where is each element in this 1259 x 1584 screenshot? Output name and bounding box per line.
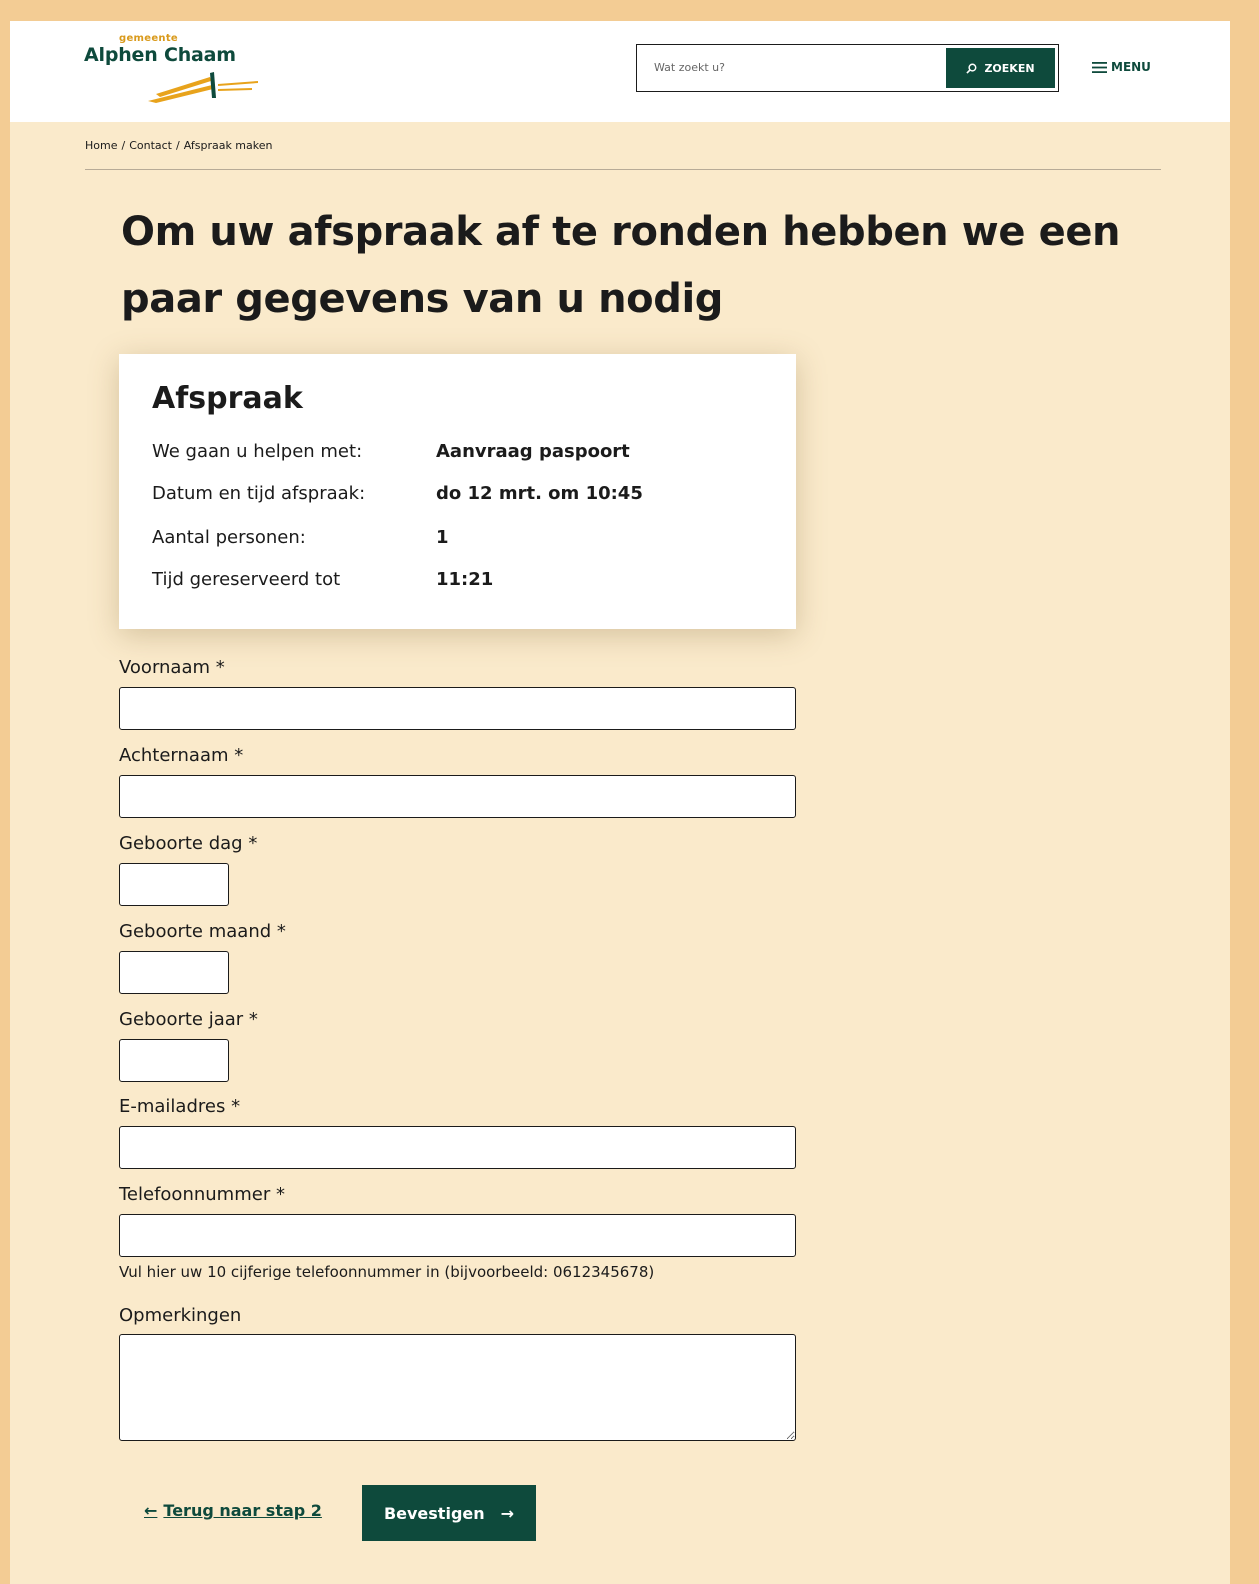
search-button[interactable]: ZOEKEN <box>946 48 1055 88</box>
logo-main-text: Alphen Chaam <box>84 44 236 66</box>
birth-year-field[interactable] <box>119 1039 229 1082</box>
breadcrumb-current: Afspraak maken <box>183 139 273 152</box>
menu-label: MENU <box>1111 60 1151 74</box>
card-title: Afspraak <box>152 381 303 416</box>
summary-value: Aanvraag paspoort <box>436 441 630 462</box>
municipality-logo[interactable]: gemeente Alphen Chaam <box>84 33 264 113</box>
hamburger-icon <box>1092 61 1107 73</box>
logo-stripes-icon <box>148 72 258 103</box>
phone-field[interactable] <box>119 1214 796 1257</box>
breadcrumb-contact[interactable]: Contact <box>129 139 172 152</box>
arrow-left-icon: ← <box>144 1501 158 1520</box>
summary-value: do 12 mrt. om 10:45 <box>436 483 643 504</box>
back-link-label: Terug naar stap 2 <box>163 1501 322 1520</box>
last-name-label: Achternaam * <box>119 745 244 766</box>
email-field[interactable] <box>119 1126 796 1169</box>
search-icon <box>966 63 977 74</box>
breadcrumb: Home / Contact / Afspraak maken <box>85 139 272 152</box>
phone-hint: Vul hier uw 10 cijferige telefoonnummer … <box>119 1263 655 1281</box>
birth-day-label: Geboorte dag * <box>119 833 258 854</box>
page-title: Om uw afspraak af te ronden hebben we ee… <box>121 209 1121 322</box>
first-name-label: Voornaam * <box>119 657 225 678</box>
summary-row-persons: Aantal personen: 1 <box>152 527 772 551</box>
summary-row-datetime: Datum en tijd afspraak: do 12 mrt. om 10… <box>152 483 772 507</box>
summary-value: 11:21 <box>436 569 494 590</box>
breadcrumb-separator: / <box>121 139 126 152</box>
first-name-field[interactable] <box>119 687 796 730</box>
logo-small-text: gemeente <box>119 33 179 44</box>
birth-day-field[interactable] <box>119 863 229 906</box>
site-header: gemeente Alphen Chaam ZOEKEN <box>10 21 1230 122</box>
page-frame: gemeente Alphen Chaam ZOEKEN <box>10 21 1230 1584</box>
phone-label: Telefoonnummer * <box>119 1184 285 1205</box>
confirm-button-label: Bevestigen <box>383 1503 485 1523</box>
search-bar: ZOEKEN <box>636 44 1059 92</box>
birth-month-label: Geboorte maand * <box>119 921 286 942</box>
menu-button[interactable]: MENU <box>1092 58 1151 76</box>
last-name-field[interactable] <box>119 775 796 818</box>
summary-label: Tijd gereserveerd tot <box>152 569 341 590</box>
summary-label: Aantal personen: <box>152 527 306 548</box>
birth-year-label: Geboorte jaar * <box>119 1009 258 1030</box>
summary-value: 1 <box>436 527 449 548</box>
appointment-summary-card: Afspraak We gaan u helpen met: Aanvraag … <box>119 354 796 629</box>
email-label: E-mailadres * <box>119 1096 241 1117</box>
back-to-step-2-link[interactable]: ← Terug naar stap 2 <box>144 1501 322 1520</box>
remarks-textarea[interactable] <box>119 1334 796 1441</box>
summary-row-service: We gaan u helpen met: Aanvraag paspoort <box>152 441 772 465</box>
breadcrumb-separator: / <box>176 139 180 152</box>
summary-row-reserved-until: Tijd gereserveerd tot 11:21 <box>152 569 772 593</box>
arrow-right-icon: → <box>500 1503 515 1523</box>
summary-label: Datum en tijd afspraak: <box>152 483 366 504</box>
search-button-label: ZOEKEN <box>984 61 1035 75</box>
confirm-button[interactable]: Bevestigen → <box>362 1485 536 1541</box>
search-input[interactable] <box>637 45 942 90</box>
remarks-label: Opmerkingen <box>119 1305 242 1326</box>
breadcrumb-home[interactable]: Home <box>85 139 117 152</box>
breadcrumb-divider <box>85 169 1161 170</box>
summary-label: We gaan u helpen met: <box>152 441 363 462</box>
birth-month-field[interactable] <box>119 951 229 994</box>
